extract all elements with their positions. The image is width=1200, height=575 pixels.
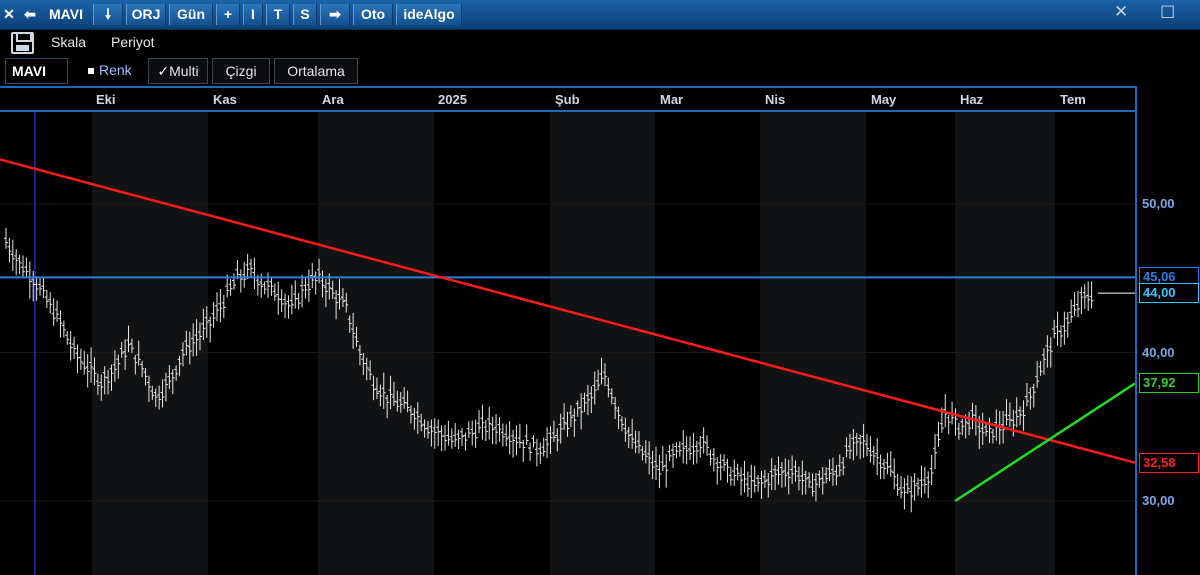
time-axis: Eki Kas Ara 2025 Şub Mar Nis May Haz Tem	[0, 88, 1135, 112]
forward-arrow-icon[interactable]: ➡	[320, 4, 350, 25]
renk-label: Renk	[99, 62, 132, 78]
month-band	[760, 112, 866, 575]
price-axis: 50,00 40,00 30,00 45,06 44,00 37,92 32,58	[1137, 86, 1200, 575]
toolbar-tabs: MAVI Renk ✓Multi Çizgi Ortalama	[0, 56, 1137, 86]
check-icon: ✓	[157, 63, 170, 79]
price-label-box: 37,92	[1139, 373, 1199, 394]
idealgo-button[interactable]: ideAlgo	[396, 4, 462, 25]
t-button[interactable]: T	[266, 4, 290, 25]
month-band	[955, 112, 1055, 575]
renk-button[interactable]: Renk	[88, 62, 132, 78]
symbol-tab[interactable]: MAVI	[5, 58, 68, 84]
price-tick: 40,00	[1142, 344, 1175, 360]
month-band	[92, 112, 208, 575]
close-window-icon[interactable]: ✕	[1114, 2, 1128, 22]
month-label: Şub	[555, 92, 580, 107]
s-button[interactable]: S	[293, 4, 317, 25]
symbol-title[interactable]: MAVI	[42, 4, 90, 25]
month-label: Eki	[96, 92, 116, 107]
price-chart[interactable]	[0, 112, 1135, 575]
month-band	[550, 112, 655, 575]
period-button[interactable]: Gün	[169, 4, 213, 25]
month-label: Tem	[1060, 92, 1086, 107]
multi-toggle[interactable]: ✓Multi	[148, 58, 208, 84]
periyot-button[interactable]: Periyot	[111, 34, 155, 50]
price-tick: 50,00	[1142, 196, 1175, 211]
month-label: May	[871, 92, 897, 107]
orj-button[interactable]: ORJ	[126, 4, 166, 25]
plus-button[interactable]: +	[216, 4, 240, 25]
month-label: 2025	[438, 92, 467, 107]
close-symbol-icon[interactable]: ✕	[2, 4, 16, 25]
back-arrow-icon[interactable]: ⬅	[22, 4, 38, 25]
square-icon	[88, 68, 94, 75]
multi-label: Multi	[169, 63, 199, 79]
oto-button[interactable]: Oto	[353, 4, 393, 25]
month-label: Mar	[660, 92, 684, 107]
chart-window: ✕ ⬅ MAVI 🠗 ORJ Gün + I T S ➡ Oto ideAlgo…	[0, 0, 1200, 575]
i-button[interactable]: I	[243, 4, 263, 25]
title-bar: ✕ ⬅ MAVI 🠗 ORJ Gün + I T S ➡ Oto ideAlgo…	[0, 0, 1200, 30]
price-label-box: 32,58	[1139, 452, 1199, 473]
month-label: Nis	[765, 92, 786, 107]
ortalama-tab[interactable]: Ortalama	[274, 58, 358, 84]
month-label: Ara	[322, 92, 344, 107]
toolbar-top: Skala Periyot	[0, 30, 1137, 56]
maximize-icon[interactable]: ☐	[1160, 3, 1175, 23]
down-arrow-icon[interactable]: 🠗	[93, 4, 123, 25]
month-label: Kas	[213, 92, 237, 107]
price-label-box: 44,00	[1139, 283, 1199, 304]
month-band	[318, 112, 434, 575]
price-tick: 30,00	[1142, 493, 1175, 508]
skala-button[interactable]: Skala	[51, 34, 86, 50]
month-label: Haz	[960, 92, 984, 107]
cizgi-tab[interactable]: Çizgi	[212, 58, 270, 84]
save-icon[interactable]	[11, 32, 34, 54]
